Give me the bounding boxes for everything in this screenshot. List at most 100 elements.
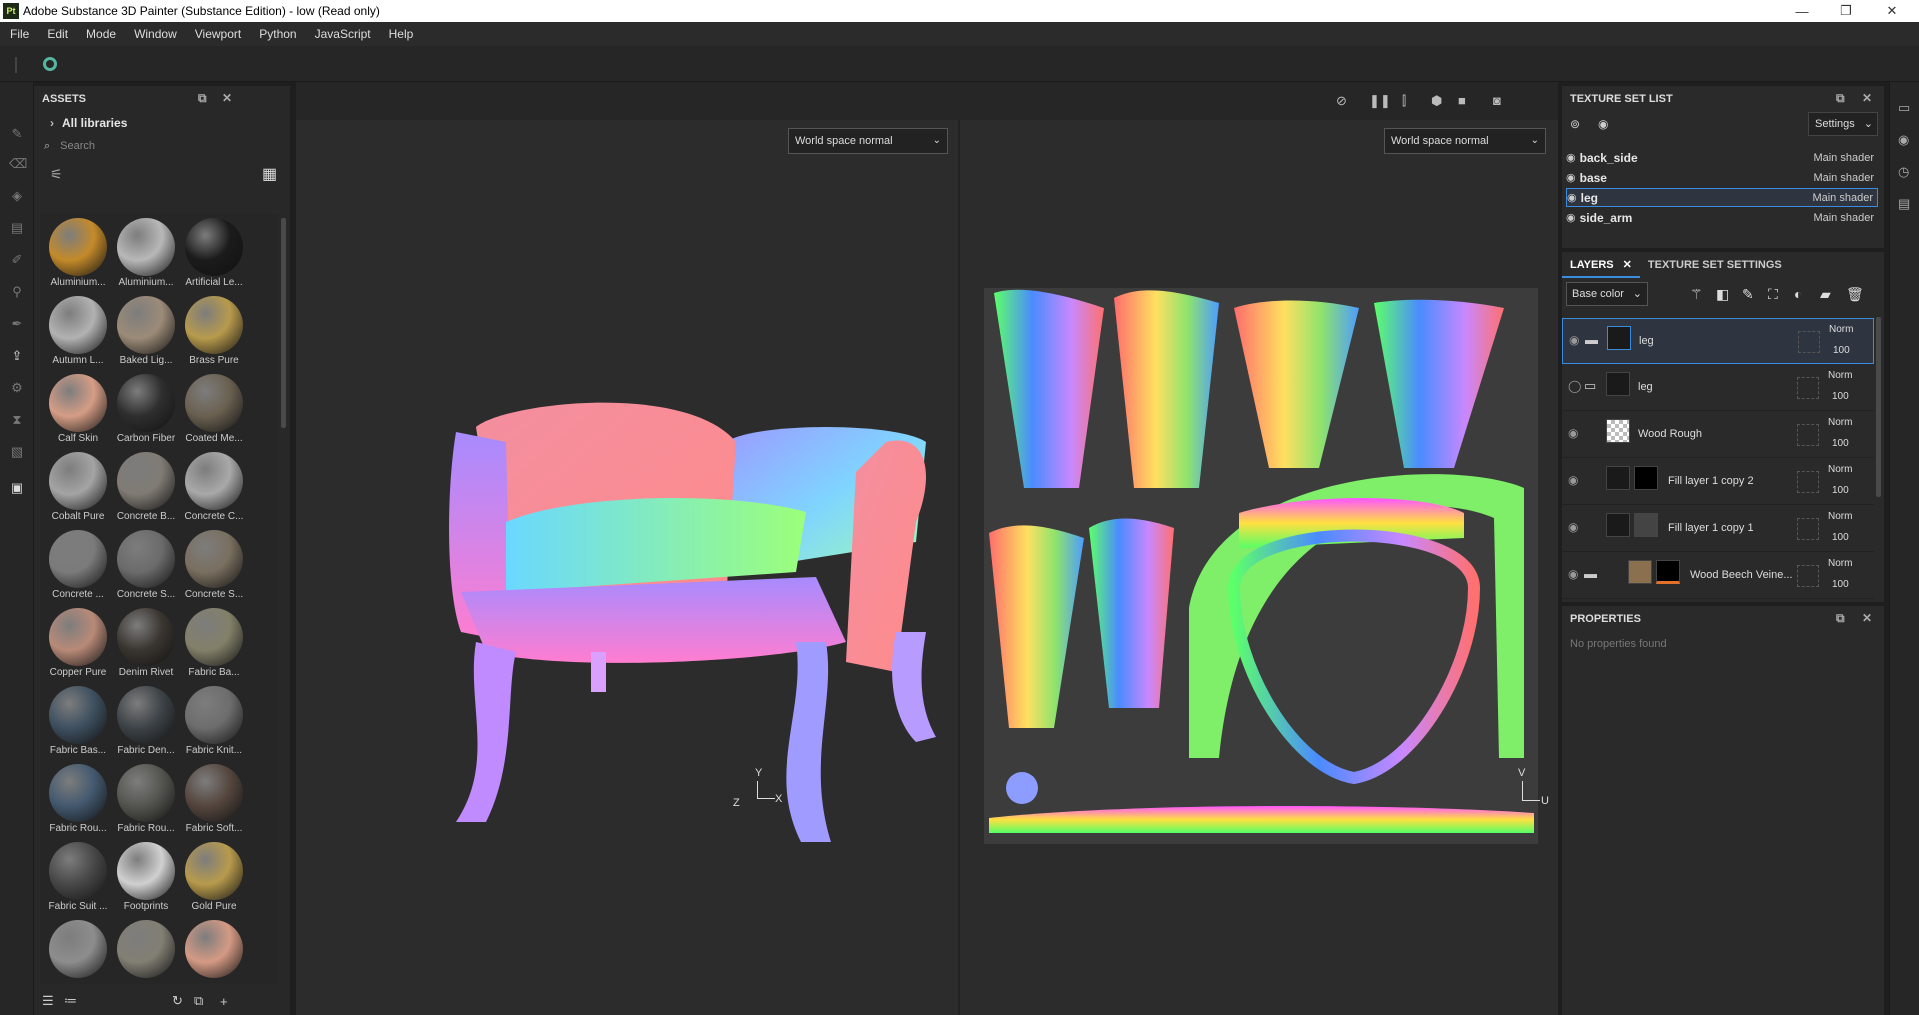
asset-tile[interactable] xyxy=(44,920,112,979)
mask-slot[interactable] xyxy=(1797,424,1819,446)
asset-tile[interactable]: Fabric Rou... xyxy=(44,764,112,834)
menu-edit[interactable]: Edit xyxy=(47,27,68,41)
mask-slot[interactable] xyxy=(1797,518,1819,540)
asset-tile[interactable]: Fabric Bas... xyxy=(44,686,112,756)
id-picker-icon[interactable]: ▧ xyxy=(9,444,25,460)
hide-overlay-icon[interactable]: ⊘ xyxy=(1336,93,1347,109)
menu-python[interactable]: Python xyxy=(259,27,296,41)
asset-tile[interactable]: Denim Rivet xyxy=(112,608,180,678)
add-paint-layer-icon[interactable]: ✎ xyxy=(1742,286,1754,303)
screenshot-camera-icon[interactable]: ◙ xyxy=(1493,93,1501,108)
tab-layers[interactable]: LAYERS ✕ xyxy=(1562,252,1640,278)
delete-icon[interactable]: 🗑 xyxy=(1846,286,1864,303)
blend-mode[interactable]: Norm xyxy=(1828,511,1852,522)
menu-mode[interactable]: Mode xyxy=(86,27,116,41)
texture-set-row[interactable]: ◉ back_side Main shader xyxy=(1566,148,1878,167)
close-window-button[interactable]: ✕ xyxy=(1872,0,1912,22)
display-settings-icon[interactable]: ▭ xyxy=(1898,100,1910,116)
log-icon[interactable]: ▤ xyxy=(1898,196,1910,212)
asset-tile[interactable]: Fabric Knit... xyxy=(180,686,248,756)
display-cube-icon[interactable]: ⬢ xyxy=(1431,93,1442,109)
asset-tile[interactable]: Coated Me... xyxy=(180,374,248,444)
asset-tile[interactable]: Concrete S... xyxy=(180,530,248,600)
asset-tile[interactable]: Artificial Le... xyxy=(180,218,248,288)
list-view-icon[interactable]: ☰ xyxy=(42,993,54,1009)
add-fill-layer-icon[interactable]: ⛶ xyxy=(1768,286,1778,303)
layer-row[interactable]: ◉ Wood Rough Norm 100 xyxy=(1562,412,1874,458)
pause-icon[interactable]: ❚❚ xyxy=(1369,93,1391,109)
asset-tile[interactable]: Concrete C... xyxy=(180,452,248,522)
asset-tile[interactable]: Concrete S... xyxy=(112,530,180,600)
eye-icon[interactable]: ◉ xyxy=(1568,473,1578,487)
texture-set-row-selected[interactable]: ◉ leg Main shader xyxy=(1566,188,1878,207)
assets-scrollbar[interactable] xyxy=(281,218,286,428)
menu-window[interactable]: Window xyxy=(134,27,177,41)
uv-layout-view[interactable] xyxy=(984,288,1538,844)
smudge-icon[interactable]: ✐ xyxy=(9,252,25,268)
add-smart-material-icon[interactable]: ◐ xyxy=(1794,286,1802,302)
menu-javascript[interactable]: JavaScript xyxy=(315,27,371,41)
asset-tile[interactable]: Fabric Suit ... xyxy=(44,842,112,912)
filter-icon[interactable]: ⚟ xyxy=(50,166,63,183)
magic-wand-icon[interactable]: ⚚ xyxy=(1690,286,1703,303)
mask-slot[interactable] xyxy=(1798,331,1820,353)
mask-slot[interactable] xyxy=(1797,471,1819,493)
video-camera-icon[interactable]: ■ xyxy=(1458,93,1466,108)
library-breadcrumb[interactable]: › All libraries xyxy=(34,112,290,134)
add-icon[interactable]: + xyxy=(220,994,228,1009)
eye-icon[interactable]: ◉ xyxy=(1567,191,1577,204)
asset-tile[interactable]: Concrete ... xyxy=(44,530,112,600)
layer-row[interactable]: ◉ ▬ Wood Beech Veine... Norm 100 xyxy=(1562,553,1874,599)
asset-tile[interactable]: Aluminium... xyxy=(112,218,180,288)
layer-opacity[interactable]: 100 xyxy=(1832,532,1849,543)
close-tab-icon[interactable]: ✕ xyxy=(1623,259,1632,271)
asset-tile[interactable]: Concrete B... xyxy=(112,452,180,522)
menu-file[interactable]: File xyxy=(10,27,29,41)
eye-icon[interactable]: ◯ xyxy=(1568,379,1581,393)
eye-icon[interactable]: ◉ xyxy=(1566,151,1576,164)
new-window-icon[interactable]: ⧉ xyxy=(194,993,203,1009)
layer-opacity[interactable]: 100 xyxy=(1833,345,1850,356)
refresh-icon[interactable]: ↻ xyxy=(172,993,183,1009)
paint-brush-icon[interactable]: ✎ xyxy=(9,126,25,142)
right-viewport-mode-select[interactable]: World space normal ⌄ xyxy=(1384,128,1546,154)
projection-icon[interactable]: ◈ xyxy=(9,188,25,204)
color-picker-icon[interactable]: ✒ xyxy=(9,316,25,332)
asset-tile[interactable]: Brass Pure xyxy=(180,296,248,366)
blend-mode[interactable]: Norm xyxy=(1828,370,1852,381)
menu-help[interactable]: Help xyxy=(389,27,414,41)
geometry-mask-icon[interactable]: ⧗ xyxy=(9,412,25,428)
polygon-fill-icon[interactable]: ▤ xyxy=(9,220,25,236)
asset-tile[interactable]: Gold Pure xyxy=(180,842,248,912)
sort-icon[interactable]: ≔ xyxy=(64,993,77,1009)
blend-mode[interactable]: Norm xyxy=(1829,324,1853,335)
eye-icon[interactable]: ◉ xyxy=(1568,567,1578,581)
mask-slot[interactable] xyxy=(1797,377,1819,399)
texture-set-row[interactable]: ◉ base Main shader xyxy=(1566,168,1878,187)
camera-export-icon[interactable]: ▣ xyxy=(9,480,25,496)
asset-tile[interactable]: Autumn L... xyxy=(44,296,112,366)
float-panel-icon[interactable]: ⧉ xyxy=(1836,611,1845,626)
texture-set-row[interactable]: ◉ side_arm Main shader xyxy=(1566,208,1878,227)
viewport-split-divider[interactable] xyxy=(958,120,960,1015)
blend-mode[interactable]: Norm xyxy=(1828,417,1852,428)
texture-set-settings-dropdown[interactable]: Settings ⌄ xyxy=(1808,112,1878,136)
asset-tile[interactable]: Baked Lig... xyxy=(112,296,180,366)
eye-icon[interactable]: ◉ xyxy=(1568,426,1578,440)
float-panel-icon[interactable]: ⧉ xyxy=(1836,91,1845,106)
blend-mode[interactable]: Norm xyxy=(1828,558,1852,569)
viewport[interactable]: ⊘ ❚❚ ⫿ ⬢ ■ ◙ World space normal ⌄ World … xyxy=(296,82,1558,1015)
eye-icon[interactable]: ◉ xyxy=(1569,333,1579,347)
left-viewport-mode-select[interactable]: World space normal ⌄ xyxy=(788,128,948,154)
layer-opacity[interactable]: 100 xyxy=(1832,391,1849,402)
layer-opacity[interactable]: 100 xyxy=(1832,579,1849,590)
asset-tile[interactable]: Carbon Fiber xyxy=(112,374,180,444)
layers-scrollbar[interactable] xyxy=(1876,317,1881,497)
layer-row-selected[interactable]: ◉ ▬ leg Norm 100 xyxy=(1562,318,1874,364)
settings-gear-icon[interactable]: ⚙ xyxy=(9,380,25,396)
assets-search-input[interactable]: ⌕ Search xyxy=(34,134,290,158)
asset-tile[interactable]: Fabric Rou... xyxy=(112,764,180,834)
asset-tile[interactable]: Fabric Den... xyxy=(112,686,180,756)
history-icon[interactable]: ◷ xyxy=(1898,164,1909,180)
menu-viewport[interactable]: Viewport xyxy=(195,27,241,41)
